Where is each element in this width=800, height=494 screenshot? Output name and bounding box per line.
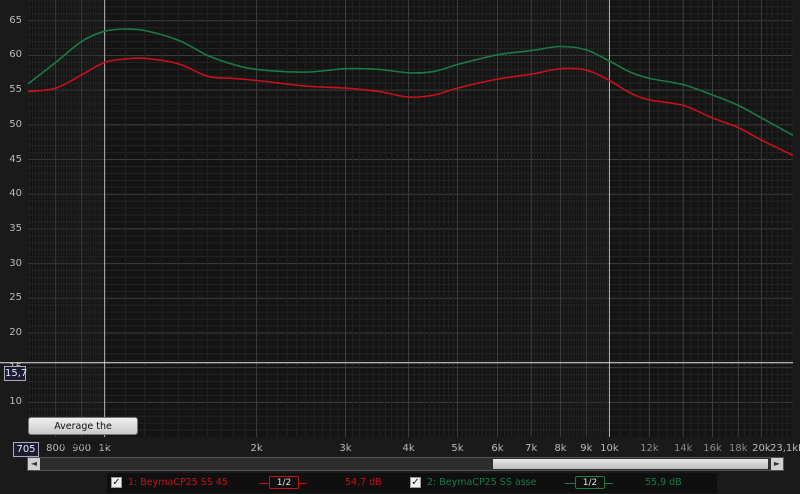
scrollbar-thumb[interactable] bbox=[493, 459, 768, 469]
x-tick-label: 16k bbox=[703, 443, 722, 454]
x-tick-label: 10k bbox=[600, 443, 619, 454]
y-tick-label: 65 bbox=[9, 14, 22, 26]
average-responses-button[interactable]: Average the Responses bbox=[28, 417, 138, 450]
x-tick-label: 14k bbox=[673, 443, 693, 454]
y-tick-label: 60 bbox=[9, 49, 22, 61]
x-tick-label: 6k bbox=[491, 443, 504, 454]
horizontal-scrollbar[interactable]: ◄ ► bbox=[27, 457, 784, 471]
y-tick-label: 30 bbox=[9, 257, 22, 269]
y-tick-label: 55 bbox=[9, 84, 22, 96]
trace-2-smoothing-button[interactable]: 1/2 bbox=[575, 476, 605, 489]
trace-1-smoothing-button[interactable]: 1/2 bbox=[269, 476, 299, 489]
scroll-left-arrow-icon[interactable]: ◄ bbox=[28, 458, 40, 470]
cursor-x-readout: 705 bbox=[13, 442, 39, 457]
x-tick-label: 20k bbox=[752, 443, 771, 454]
trace-1-checkbox[interactable]: ✓ bbox=[111, 477, 122, 488]
trace-1-value: 54,7 dB bbox=[345, 477, 382, 488]
y-tick-label: 45 bbox=[9, 153, 22, 165]
x-tick-label: 5k bbox=[451, 443, 464, 454]
x-tick-label: 7k bbox=[525, 443, 538, 454]
scroll-right-arrow-icon[interactable]: ► bbox=[771, 458, 783, 470]
x-tick-label: 9k bbox=[580, 443, 593, 454]
x-tick-label: 4k bbox=[402, 443, 415, 454]
trace-2-checkbox[interactable]: ✓ bbox=[410, 477, 421, 488]
traces-legend: ✓ 1: BeymaCP25 SS 45 1/2 54,7 dB ✓ 2: Be… bbox=[107, 473, 717, 493]
x-tick-label: 3k bbox=[339, 443, 352, 454]
x-tick-label: 18k bbox=[729, 443, 748, 454]
x-tick-label: 23,1kHz bbox=[770, 443, 800, 454]
rew-spl-graph-window: 101520253035404550556065 8009001k2k3k4k5… bbox=[0, 0, 800, 494]
x-tick-label: 2k bbox=[250, 443, 263, 454]
trace-2-name: 2: BeymaCP25 SS asse bbox=[427, 477, 537, 488]
y-tick-label: 10 bbox=[9, 396, 22, 408]
y-tick-label: 40 bbox=[9, 188, 22, 200]
y-tick-label: 25 bbox=[9, 292, 22, 304]
cursor-y-readout: 15,7 bbox=[4, 366, 28, 381]
x-tick-label: 8k bbox=[554, 443, 567, 454]
x-tick-label: 12k bbox=[640, 443, 659, 454]
trace-2-value: 55,9 dB bbox=[645, 477, 682, 488]
y-tick-label: 50 bbox=[9, 118, 22, 130]
y-tick-label: 35 bbox=[9, 222, 22, 234]
trace-1-name: 1: BeymaCP25 SS 45 bbox=[128, 477, 228, 488]
plot-background bbox=[28, 0, 793, 437]
y-tick-label: 20 bbox=[9, 326, 22, 338]
